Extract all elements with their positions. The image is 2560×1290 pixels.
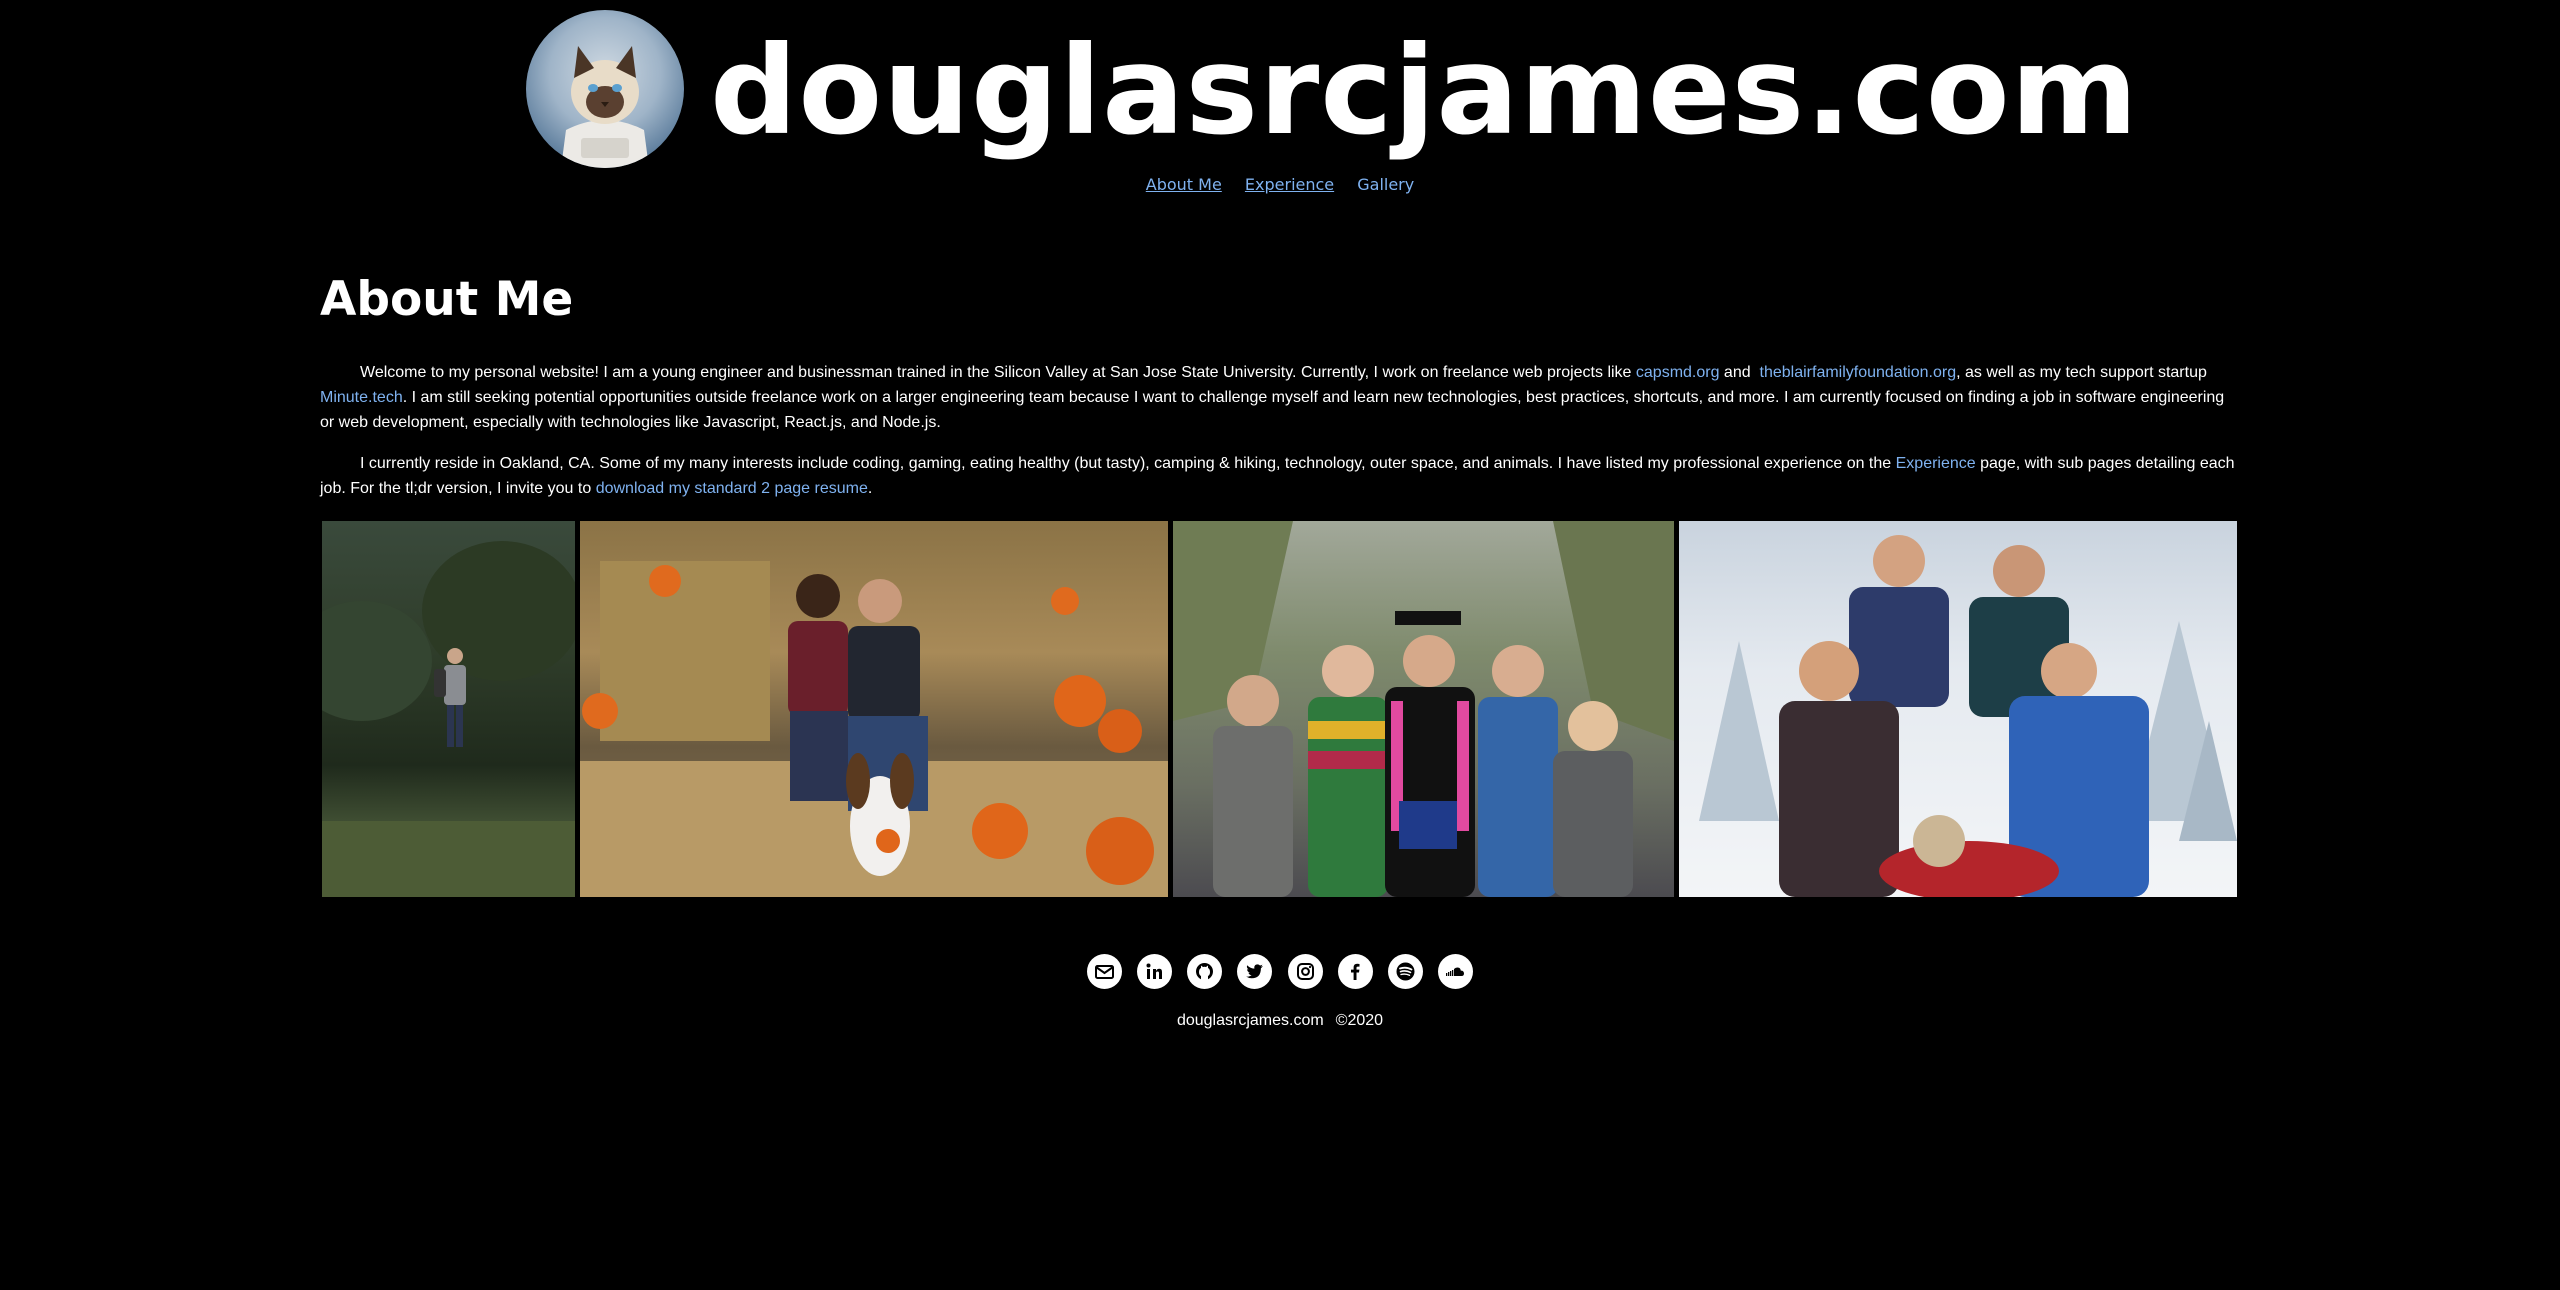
minute-tech-link[interactable]: Minute.tech	[320, 389, 403, 406]
email-icon[interactable]	[1087, 954, 1123, 989]
photo-holiday-sweaters[interactable]	[1679, 521, 2237, 897]
photo-hiker[interactable]	[322, 521, 575, 897]
resume-download-link[interactable]: download my standard 2 page resume	[596, 480, 868, 497]
about-p2-text-3: .	[867, 480, 873, 497]
spotify-icon[interactable]	[1387, 954, 1423, 989]
photo-pumpkin-patch[interactable]	[580, 521, 1168, 897]
nav-about-me[interactable]: About Me	[1146, 175, 1222, 194]
about-p1-text-4: . I am still seeking potential opportuni…	[320, 389, 2225, 431]
photo-holiday-sweaters-image	[1699, 535, 2237, 897]
photo-graduation-image	[1173, 521, 1674, 897]
about-p1-text-2: and	[1719, 364, 1756, 381]
about-paragraph-2: I currently reside in Oakland, CA. Some …	[320, 451, 2240, 501]
instagram-icon[interactable]	[1287, 954, 1323, 989]
blair-foundation-link[interactable]: theblairfamilyfoundation.org	[1760, 364, 1957, 381]
about-heading: About Me	[320, 272, 574, 327]
twitter-icon[interactable]	[1237, 954, 1273, 989]
about-section: About Me Welcome to my personal website!…	[320, 268, 2240, 497]
avatar[interactable]	[526, 10, 684, 168]
main-nav: About Me Experience Gallery	[0, 175, 2560, 194]
soundcloud-icon[interactable]	[1437, 954, 1473, 989]
social-links	[0, 954, 2560, 989]
photo-graduation[interactable]	[1173, 521, 1674, 897]
about-p1-text-3: , as well as my tech support startup	[1956, 364, 2207, 381]
photo-pumpkin-patch-image	[580, 561, 1168, 897]
site-title: douglasrcjames.com	[710, 20, 2139, 162]
experience-link[interactable]: Experience	[1896, 455, 1976, 472]
github-icon[interactable]	[1187, 954, 1223, 989]
capsmd-link[interactable]: capsmd.org	[1636, 364, 1720, 381]
footer-site-name: douglasrcjames.com	[1176, 1012, 1324, 1029]
about-p1-text-1: Welcome to my personal website! I am a y…	[360, 364, 1636, 381]
about-p2-text-1: I currently reside in Oakland, CA. Some …	[360, 455, 1896, 472]
photo-hiker-image	[322, 541, 575, 897]
nav-gallery[interactable]: Gallery	[1357, 175, 1414, 194]
avatar-cat-image	[561, 46, 649, 168]
site-header: douglasrcjames.com About Me Experience G…	[0, 8, 2560, 194]
footer-copyright: ©2020	[1335, 1012, 1384, 1029]
about-paragraph-1: Welcome to my personal website! I am a y…	[320, 360, 2240, 435]
nav-experience[interactable]: Experience	[1245, 175, 1334, 194]
facebook-icon[interactable]	[1337, 954, 1373, 989]
linkedin-icon[interactable]	[1137, 954, 1173, 989]
site-footer: douglasrcjames.com ©2020	[0, 1012, 2560, 1030]
